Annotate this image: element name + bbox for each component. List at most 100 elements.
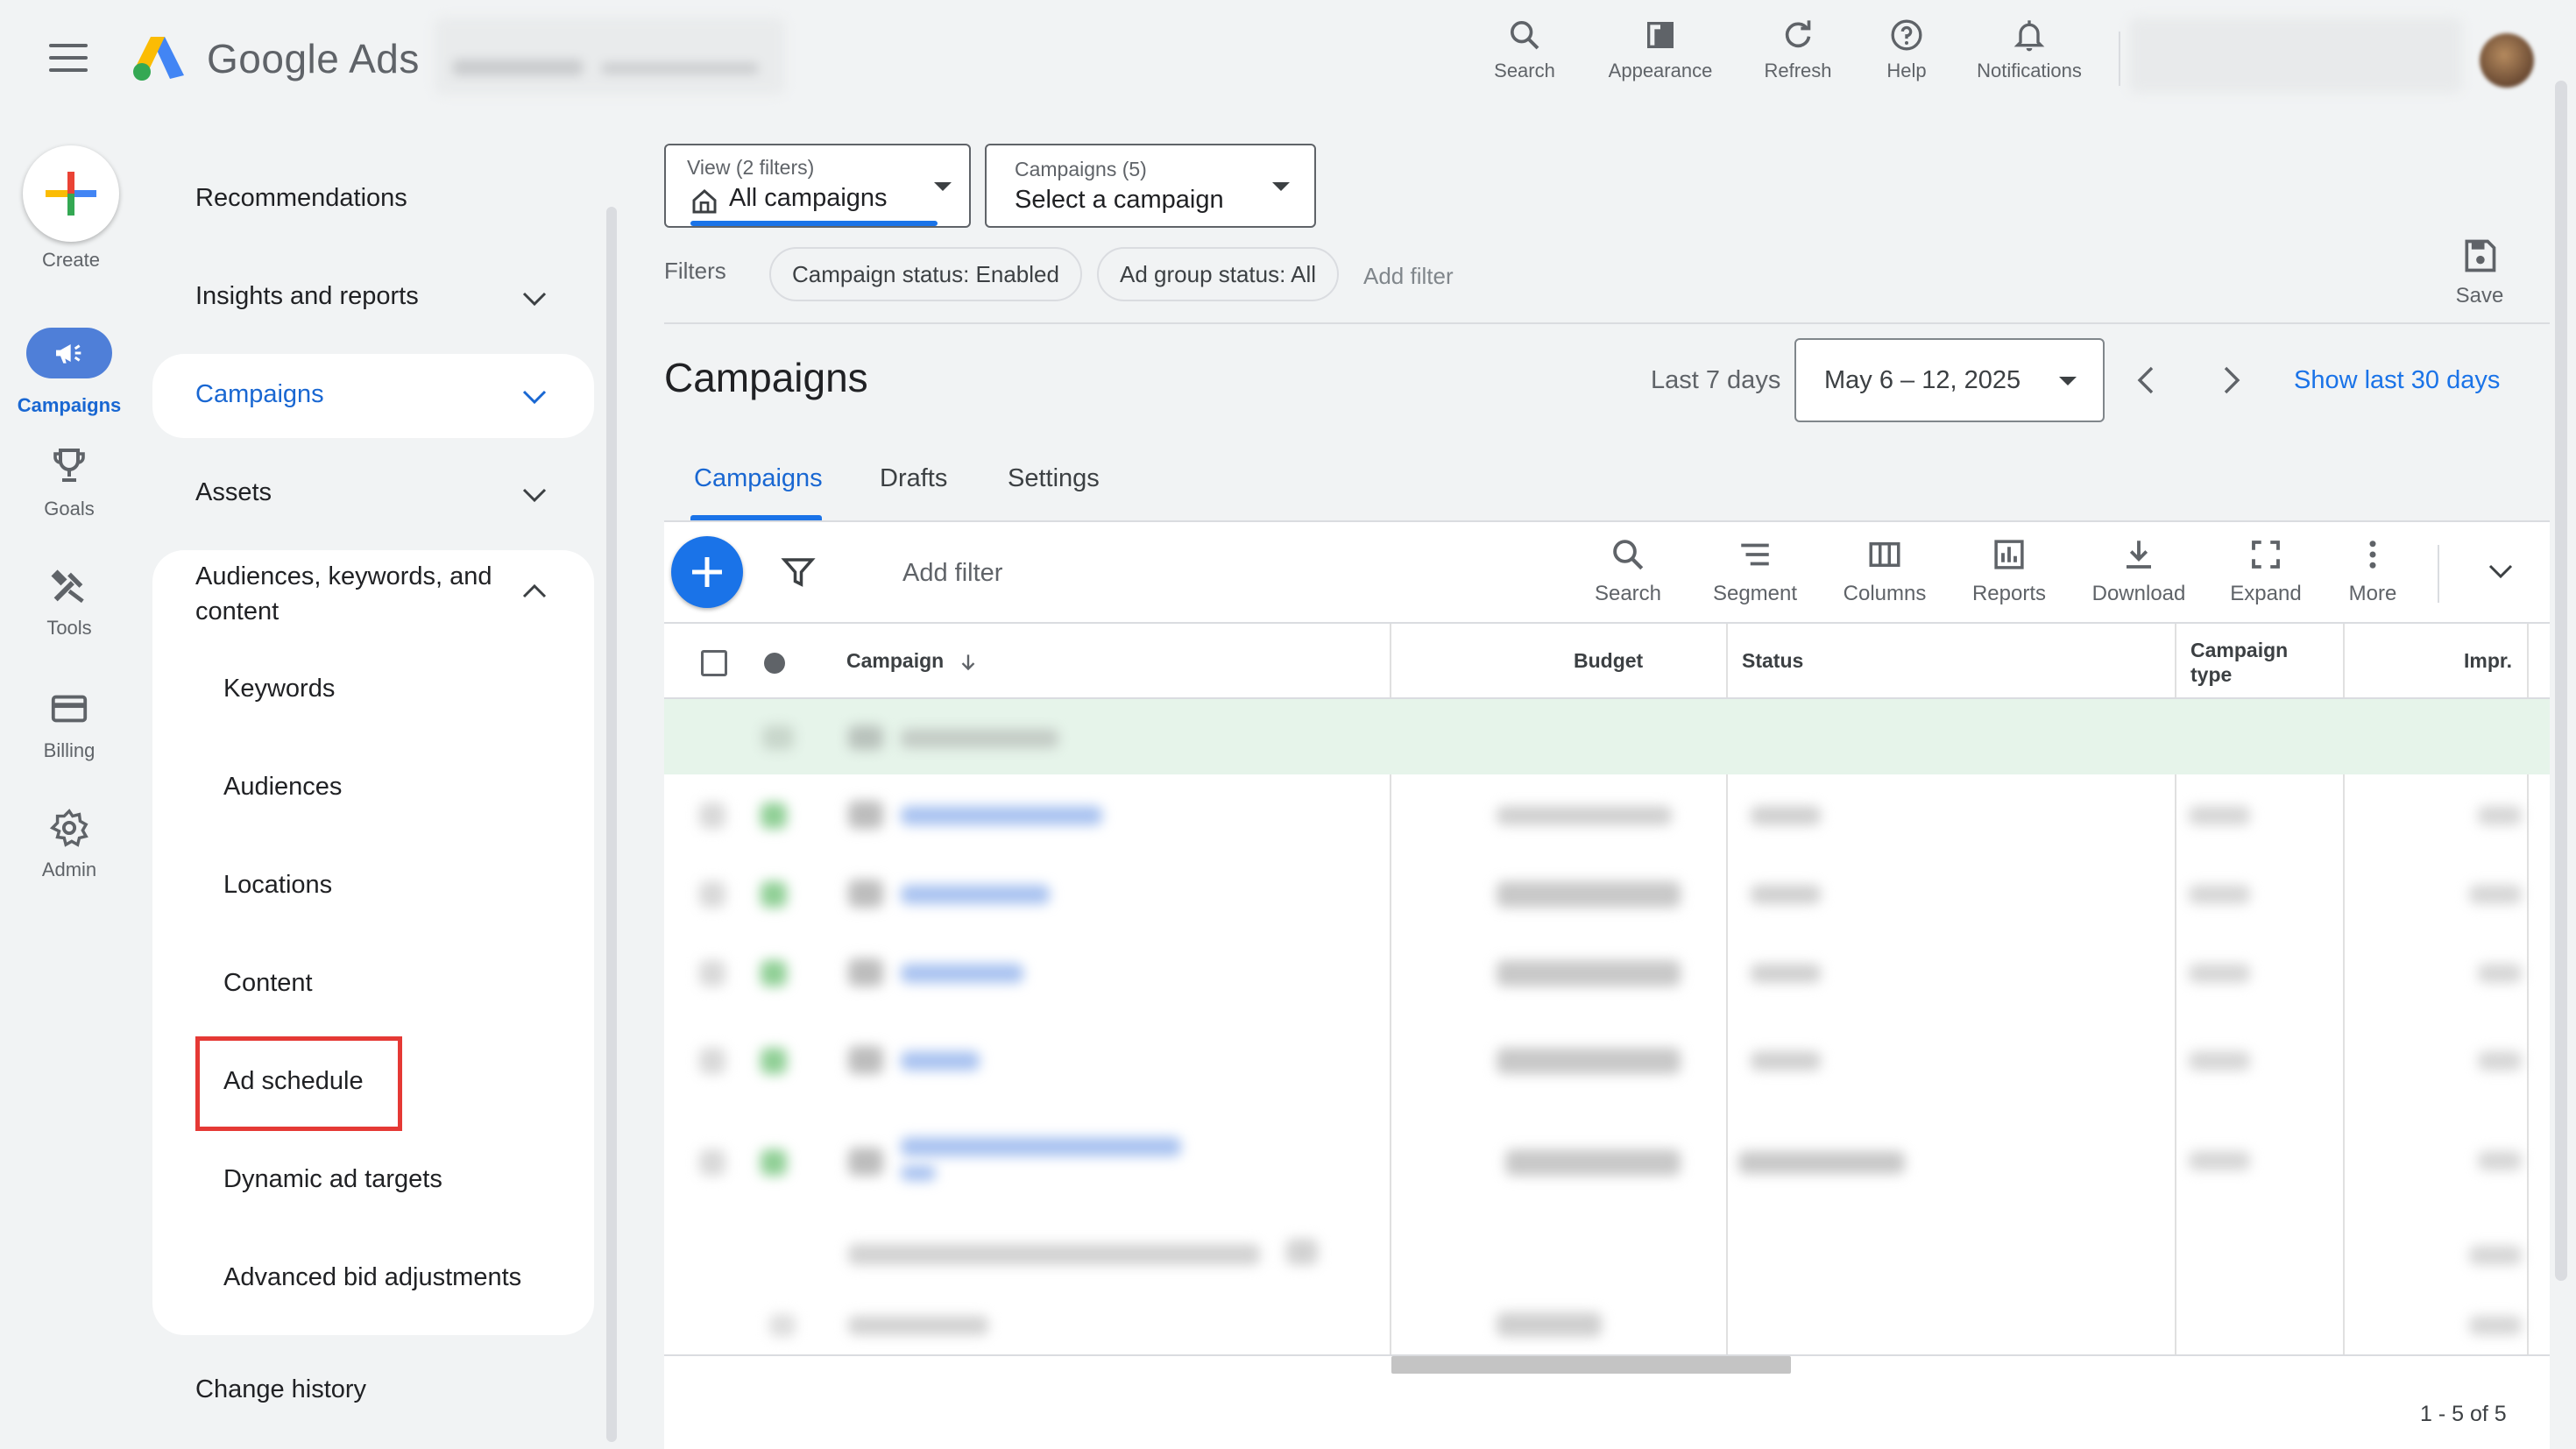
chevron-down-icon[interactable]	[517, 482, 552, 508]
view-dropdown-caption: View (2 filters)	[687, 156, 815, 179]
megaphone-icon	[56, 344, 81, 364]
date-range-picker[interactable]: May 6 – 12, 2025	[1794, 338, 2105, 422]
nav-sub-audiences[interactable]: Audiences	[223, 773, 342, 802]
home-icon	[692, 189, 717, 214]
horizontal-scrollbar[interactable]	[1391, 1356, 1791, 1374]
show-last-30-days-link[interactable]: Show last 30 days	[2294, 366, 2500, 395]
filter-chip-ad-group-status[interactable]: Ad group status: All	[1097, 247, 1340, 301]
status-dot-header	[764, 653, 785, 674]
appearance-icon	[1647, 22, 1674, 48]
table-segment-button[interactable]: Segment	[1705, 536, 1805, 606]
product-name: Google Ads	[207, 36, 420, 81]
toolbar-bottom-border	[664, 622, 2550, 624]
table-row[interactable]	[664, 1111, 2550, 1216]
rail-item-goals[interactable]: Goals	[12, 445, 126, 520]
table-totals-row	[664, 1216, 2550, 1297]
reports-icon	[1994, 540, 2024, 569]
topbar-help-button[interactable]: Help	[1872, 12, 1942, 96]
nav-change-history[interactable]: Change history	[195, 1375, 366, 1404]
rail-item-admin[interactable]: Admin	[12, 808, 126, 881]
table-add-filter[interactable]: Add filter	[902, 559, 1002, 588]
nav-sub-locations[interactable]: Locations	[223, 871, 332, 900]
previous-period-icon[interactable]	[2129, 361, 2164, 399]
filter-icon[interactable]	[780, 554, 817, 590]
table-reports-button[interactable]: Reports	[1963, 536, 2056, 606]
table-more-button[interactable]: More	[2334, 536, 2411, 606]
refresh-icon	[1785, 20, 1811, 48]
table-download-button[interactable]: Download	[2082, 536, 2196, 606]
save-view-button[interactable]: Save	[2445, 237, 2515, 308]
table-row-account[interactable]	[664, 699, 2550, 774]
table-totals-row	[664, 1297, 2550, 1354]
column-header-campaign[interactable]: Campaign	[846, 649, 980, 674]
filter-bar-divider	[664, 322, 2550, 324]
toolbar-divider	[2438, 545, 2439, 603]
chevron-up-icon[interactable]	[517, 578, 552, 604]
avatar[interactable]	[2480, 33, 2534, 88]
nav-audiences-keywords-content[interactable]: Audiences, keywords, and content	[195, 559, 492, 629]
column-header-impr[interactable]: Impr.	[2464, 649, 2512, 673]
highlight-box-ad-schedule	[195, 1036, 402, 1131]
column-header-status[interactable]: Status	[1742, 649, 1803, 673]
filter-chip-campaign-status[interactable]: Campaign status: Enabled	[769, 247, 1082, 301]
rail-item-billing[interactable]: Billing	[12, 689, 126, 762]
table-columns-button[interactable]: Columns	[1836, 536, 1933, 606]
nav-scrollbar[interactable]	[606, 207, 617, 1442]
view-dropdown[interactable]: View (2 filters) All campaigns	[664, 144, 971, 228]
topbar-appearance-button[interactable]: Appearance	[1595, 12, 1726, 96]
topbar-notifications-button[interactable]: Notifications	[1959, 12, 2099, 96]
page-title: Campaigns	[664, 355, 868, 400]
next-period-icon[interactable]	[2213, 361, 2248, 399]
help-icon	[1891, 19, 1922, 51]
nav-recommendations[interactable]: Recommendations	[195, 184, 407, 213]
nav-sub-dynamic-ad-targets[interactable]: Dynamic ad targets	[223, 1165, 442, 1194]
caret-down-icon	[2059, 377, 2077, 385]
add-campaign-button[interactable]	[671, 536, 743, 608]
tab-campaigns[interactable]: Campaigns	[694, 464, 823, 493]
chevron-down-icon[interactable]	[517, 384, 552, 410]
table-row[interactable]	[664, 855, 2550, 934]
search-icon	[1511, 21, 1539, 50]
create-button[interactable]	[23, 145, 119, 242]
rail-label-goals: Goals	[44, 498, 95, 520]
rail-label-tools: Tools	[46, 617, 92, 639]
campaign-selector-caption: Campaigns (5)	[1015, 158, 1147, 180]
nav-campaigns[interactable]: Campaigns	[195, 380, 324, 409]
bell-icon	[2013, 20, 2045, 52]
nav-sub-content[interactable]: Content	[223, 969, 313, 998]
chevron-down-icon[interactable]	[517, 286, 552, 312]
more-vert-icon	[2369, 541, 2376, 569]
chevron-down-icon[interactable]	[2483, 557, 2518, 587]
filters-label: Filters	[664, 258, 726, 284]
table-search-button[interactable]: Search	[1582, 536, 1674, 606]
expand-icon	[2252, 541, 2280, 569]
table-row[interactable]	[664, 934, 2550, 1013]
tab-settings[interactable]: Settings	[1008, 464, 1100, 493]
topbar-refresh-button[interactable]: Refresh	[1752, 12, 1844, 96]
add-filter-link[interactable]: Add filter	[1363, 263, 1454, 290]
topbar-search-button[interactable]: Search	[1481, 12, 1568, 96]
page-scrollbar[interactable]	[2555, 81, 2567, 1281]
table-expand-button[interactable]: Expand	[2222, 536, 2310, 606]
nav-sub-keywords[interactable]: Keywords	[223, 675, 335, 703]
nav-insights-and-reports[interactable]: Insights and reports	[195, 282, 419, 311]
tab-drafts[interactable]: Drafts	[880, 464, 947, 493]
rail-label-admin: Admin	[41, 859, 97, 880]
account-selector[interactable]	[435, 18, 785, 95]
rail-item-tools[interactable]: Tools	[12, 566, 126, 640]
campaign-selector-dropdown[interactable]: Campaigns (5) Select a campaign	[985, 144, 1316, 228]
table-row[interactable]	[664, 1013, 2550, 1111]
rail-item-campaigns[interactable]: Campaigns	[12, 328, 126, 417]
topbar-divider	[2119, 32, 2120, 86]
account-info[interactable]	[2129, 18, 2462, 93]
main-menu-button[interactable]	[49, 44, 88, 75]
table-row[interactable]	[664, 774, 2550, 855]
column-header-budget[interactable]: Budget	[1574, 649, 1643, 673]
search-icon	[1613, 540, 1644, 570]
tools-icon	[51, 569, 84, 604]
column-header-campaign-type[interactable]: Campaign type	[2190, 638, 2288, 687]
select-all-checkbox[interactable]	[701, 650, 727, 676]
segment-icon	[1741, 543, 1769, 566]
nav-sub-advanced-bid-adjustments[interactable]: Advanced bid adjustments	[223, 1263, 521, 1292]
nav-assets[interactable]: Assets	[195, 478, 272, 507]
